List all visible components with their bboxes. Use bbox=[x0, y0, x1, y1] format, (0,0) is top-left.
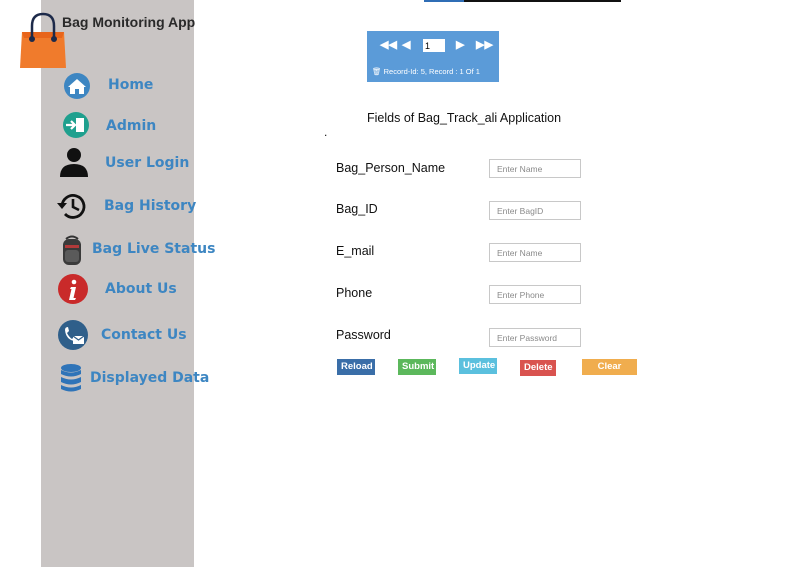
contact-icon bbox=[58, 320, 88, 350]
clear-form-button[interactable]: Clear Form bbox=[582, 359, 637, 388]
update-button[interactable]: Update bbox=[459, 358, 497, 374]
sidebar-item-label: Admin bbox=[106, 118, 157, 134]
user-icon bbox=[60, 148, 88, 177]
sidebar-item-label: About Us bbox=[105, 281, 177, 297]
sidebar-item-label: User Login bbox=[105, 155, 190, 171]
previous-record-button[interactable]: ◀ bbox=[402, 38, 410, 51]
home-icon bbox=[64, 73, 90, 99]
delete-button[interactable]: Delete bbox=[520, 360, 556, 376]
app-title: Bag Monitoring App bbox=[62, 14, 196, 30]
sidebar-item-bag-live-status[interactable]: Bag Live Status bbox=[56, 233, 215, 267]
email-input[interactable] bbox=[489, 243, 581, 262]
field-label-phone: Phone bbox=[336, 286, 373, 300]
database-icon bbox=[61, 364, 81, 392]
sidebar-item-label: Displayed Data bbox=[90, 370, 210, 386]
sidebar-item-about-us[interactable]: About Us bbox=[56, 273, 201, 307]
sidebar-item-bag-history[interactable]: Bag History bbox=[56, 190, 201, 224]
sidebar-item-displayed-data[interactable]: Displayed Data bbox=[56, 362, 209, 396]
sidebar-item-label: Contact Us bbox=[101, 327, 187, 343]
first-record-button[interactable]: ◀◀ bbox=[380, 38, 397, 51]
trash-icon[interactable]: 🗑 bbox=[372, 67, 382, 76]
sidebar-item-contact-us[interactable]: Contact Us bbox=[56, 319, 201, 353]
sidebar-item-label: Bag Live Status bbox=[92, 241, 216, 257]
reload-button[interactable]: Reload bbox=[337, 359, 375, 375]
field-label-email: E_mail bbox=[336, 244, 375, 258]
admin-login-icon bbox=[63, 112, 89, 138]
record-info: 🗑 Record-Id: 5, Record : 1 Of 1 bbox=[372, 67, 480, 76]
password-input[interactable] bbox=[489, 328, 581, 347]
field-label-bag-id: Bag_ID bbox=[336, 202, 378, 216]
top-divider bbox=[424, 0, 621, 2]
next-record-button[interactable]: ▶ bbox=[456, 38, 464, 51]
bag-person-name-input[interactable] bbox=[489, 159, 581, 178]
page-number-input[interactable] bbox=[423, 39, 445, 52]
last-record-button[interactable]: ▶▶ bbox=[476, 38, 493, 51]
field-label-password: Password bbox=[336, 328, 391, 342]
sidebar-item-label: Home bbox=[108, 77, 154, 93]
backpack-icon bbox=[63, 235, 81, 265]
info-icon bbox=[58, 274, 88, 304]
field-label-bag-person-name: Bag_Person_Name bbox=[336, 161, 446, 175]
record-navigator: ◀◀ ◀ ▶ ▶▶ 🗑 Record-Id: 5, Record : 1 Of … bbox=[367, 31, 499, 82]
sidebar-item-user-login[interactable]: User Login bbox=[56, 147, 201, 181]
phone-input[interactable] bbox=[489, 285, 581, 304]
bag-id-input[interactable] bbox=[489, 201, 581, 220]
form-title: Fields of Bag_Track_ali Application bbox=[367, 111, 562, 125]
sidebar-item-label: Bag History bbox=[104, 198, 197, 214]
submit-button[interactable]: Submit bbox=[398, 359, 436, 375]
shopping-bag-logo-icon bbox=[20, 12, 66, 68]
sidebar-item-admin[interactable]: Admin bbox=[56, 110, 201, 144]
history-icon bbox=[57, 194, 86, 219]
sidebar-item-home[interactable]: Home bbox=[56, 69, 201, 103]
